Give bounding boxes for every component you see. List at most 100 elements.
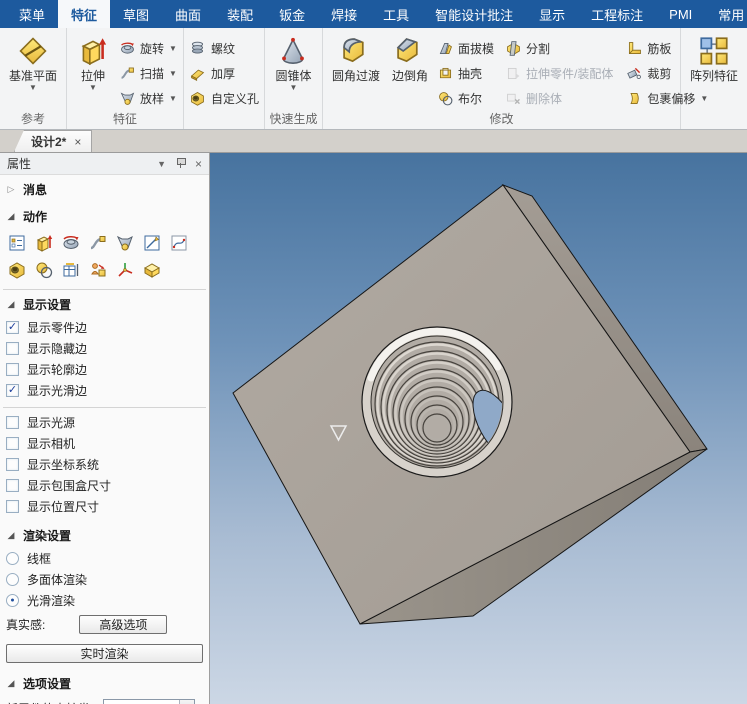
checkbox[interactable] — [6, 500, 19, 513]
revolve-icon[interactable] — [59, 231, 82, 254]
section-action[interactable]: ◢ 动作 — [0, 202, 209, 229]
loft-button[interactable]: 放样 ▼ — [118, 87, 177, 109]
stretch-part-button[interactable]: 拉伸零件/装配体 — [504, 62, 613, 84]
radio-button[interactable] — [6, 573, 19, 586]
kernel-select[interactable]: Parasolid ▼ — [103, 699, 196, 704]
pin-icon[interactable] — [176, 158, 186, 169]
kernel-select-value: Parasolid — [104, 700, 179, 704]
sweep-icon[interactable] — [86, 231, 109, 254]
kernel-type-label: 新零件的内核类... — [6, 700, 100, 704]
block-icon[interactable] — [140, 258, 163, 281]
menu-item-sketch[interactable]: 草图 — [110, 0, 162, 28]
thread-icon — [189, 39, 207, 57]
face-draft-button[interactable]: 面拔模 — [436, 37, 494, 59]
checkbox[interactable] — [6, 479, 19, 492]
radio-button[interactable] — [6, 552, 19, 565]
close-icon[interactable]: × — [74, 135, 81, 149]
copy-instance-icon[interactable] — [86, 258, 109, 281]
close-icon[interactable]: × — [195, 157, 202, 171]
sketch-edit-icon[interactable] — [140, 231, 163, 254]
pattern-feature-button[interactable]: 阵列特征 — [686, 31, 742, 85]
cone-button[interactable]: 圆锥体 ▼ — [271, 31, 315, 94]
checkbox-show-hidden-edges[interactable]: 显示隐藏边 — [0, 338, 209, 359]
dimension-table-icon[interactable] — [59, 258, 82, 281]
loft-icon[interactable] — [113, 231, 136, 254]
menu-item-welding[interactable]: 焊接 — [318, 0, 370, 28]
checkbox-show-outline-edges[interactable]: 显示轮廓边 — [0, 359, 209, 380]
revolve-button[interactable]: 旋转 ▼ — [118, 37, 177, 59]
wrap-offset-icon — [625, 89, 643, 107]
checkbox[interactable]: ✓ — [6, 384, 19, 397]
chevron-down-icon: ▼ — [169, 43, 177, 53]
checkbox[interactable]: ✓ — [6, 321, 19, 334]
checkbox[interactable] — [6, 437, 19, 450]
document-tab-design2[interactable]: 设计2* × — [14, 130, 93, 152]
ribbon-group-quick-primitives: 圆锥体 ▼ 快速生成图素 — [265, 28, 323, 129]
square-nut-model[interactable] — [210, 153, 747, 704]
fillet-button[interactable]: 圆角过渡 — [328, 31, 384, 85]
thicken-button[interactable]: 加厚 — [189, 62, 259, 84]
checkbox-show-camera[interactable]: 显示相机 — [0, 433, 209, 454]
checkbox-show-smooth-edges[interactable]: ✓ 显示光滑边 — [0, 380, 209, 401]
extrude-button[interactable]: 拉伸 ▼ — [72, 31, 114, 94]
delete-body-button[interactable]: 删除体 — [504, 87, 613, 109]
menu-item-tools[interactable]: 工具 — [370, 0, 422, 28]
radio-polyhedron-render[interactable]: 多面体渲染 — [0, 569, 209, 590]
split-icon — [504, 39, 522, 57]
chevron-down-icon[interactable]: ▼ — [157, 159, 166, 169]
split-button[interactable]: 分割 — [504, 37, 613, 59]
radio-wireframe[interactable]: 线框 — [0, 548, 209, 569]
section-render-settings[interactable]: ◢ 渲染设置 — [0, 517, 209, 548]
realism-label: 真实感: — [6, 618, 46, 632]
shell-button[interactable]: 抽壳 — [436, 62, 494, 84]
thread-button[interactable]: 螺纹 — [189, 37, 259, 59]
custom-hole-icon — [189, 89, 207, 107]
checkbox-show-bounding-box-dims[interactable]: 显示包围盒尺寸 — [0, 475, 209, 496]
section-display-settings[interactable]: ◢ 显示设置 — [0, 294, 209, 317]
section-options-settings[interactable]: ◢ 选项设置 — [0, 665, 209, 696]
checkbox-show-coordinate-system[interactable]: 显示坐标系统 — [0, 454, 209, 475]
radio-button[interactable]: ● — [6, 594, 19, 607]
boolean-button[interactable]: 布尔 — [436, 87, 494, 109]
shell-icon — [436, 64, 454, 82]
group-label-feature: 特征 — [112, 112, 137, 126]
checkbox[interactable] — [6, 416, 19, 429]
advanced-options-button[interactable]: 高级选项 — [79, 615, 168, 634]
section-message[interactable]: ▷ 消息 — [0, 175, 209, 202]
menu-item-common[interactable]: 常用 — [705, 0, 747, 28]
radio-smooth-render[interactable]: ● 光滑渲染 — [0, 590, 209, 611]
chevron-down-icon: ▼ — [289, 83, 298, 92]
checkbox-show-position-dims[interactable]: 显示位置尺寸 — [0, 496, 209, 517]
checkbox-show-part-edges[interactable]: ✓ 显示零件边 — [0, 317, 209, 338]
menu-item-sheetmetal[interactable]: 钣金 — [266, 0, 318, 28]
realtime-render-button[interactable]: 实时渲染 — [6, 644, 203, 663]
menu-item-smart-annotation[interactable]: 智能设计批注 — [422, 0, 526, 28]
checkbox[interactable] — [6, 363, 19, 376]
sketch-icon[interactable] — [167, 231, 190, 254]
form-editor-icon[interactable] — [5, 231, 28, 254]
divider — [3, 407, 206, 408]
checkbox-show-lights[interactable]: 显示光源 — [0, 412, 209, 433]
chevron-down-icon: ▼ — [179, 700, 195, 704]
menu-item-feature[interactable]: 特征 — [58, 0, 111, 28]
expanded-triangle-icon: ◢ — [7, 530, 15, 540]
coordinate-axis-icon[interactable] — [113, 258, 136, 281]
menu-item-assembly[interactable]: 装配 — [214, 0, 266, 28]
menu-item-pmi[interactable]: PMI — [656, 0, 705, 28]
chevron-down-icon: ▼ — [169, 93, 177, 103]
hole-icon[interactable] — [5, 258, 28, 281]
custom-hole-button[interactable]: 自定义孔 — [189, 87, 259, 109]
menu-item-menu[interactable]: 菜单 — [6, 0, 58, 28]
sweep-button[interactable]: 扫描 ▼ — [118, 62, 177, 84]
extrude-icon[interactable] — [32, 231, 55, 254]
thread-icon[interactable] — [32, 258, 55, 281]
chamfer-button[interactable]: 边倒角 — [388, 31, 432, 85]
3d-viewport[interactable] — [210, 153, 747, 704]
checkbox[interactable] — [6, 458, 19, 471]
checkbox[interactable] — [6, 342, 19, 355]
menu-item-surface[interactable]: 曲面 — [162, 0, 214, 28]
datum-plane-button[interactable]: 基准平面 ▼ — [5, 31, 61, 94]
document-tab-label: 设计2* — [31, 135, 67, 149]
menu-item-display[interactable]: 显示 — [526, 0, 578, 28]
menu-item-engineering-annotation[interactable]: 工程标注 — [578, 0, 656, 28]
